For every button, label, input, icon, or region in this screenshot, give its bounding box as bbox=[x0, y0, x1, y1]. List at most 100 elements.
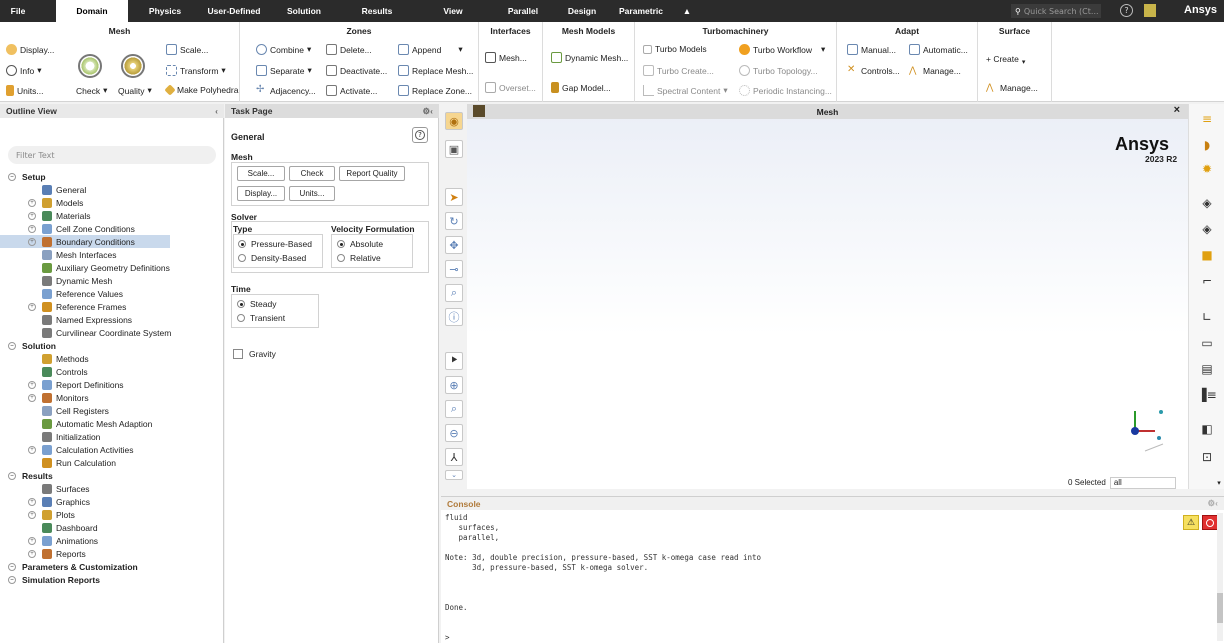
outline-item-materials[interactable]: + Materials bbox=[0, 209, 90, 222]
task-check-button[interactable]: Check bbox=[289, 166, 335, 181]
tab-user-defined[interactable]: User-Defined bbox=[196, 0, 272, 22]
zones-deactivate-button[interactable]: Deactivate... bbox=[326, 65, 387, 76]
tab-view[interactable]: View bbox=[418, 0, 488, 22]
task-display-button[interactable]: Display... bbox=[237, 186, 285, 201]
expand-toggle-icon[interactable]: – bbox=[8, 172, 16, 181]
outline-item-boundary-conditions[interactable]: + Boundary Conditions bbox=[0, 235, 170, 248]
expand-toggle-icon[interactable]: + bbox=[28, 445, 36, 454]
mesh-display-button[interactable]: Display... bbox=[6, 44, 54, 55]
quality-icon[interactable] bbox=[121, 54, 145, 78]
help-icon[interactable]: ? bbox=[1120, 4, 1133, 17]
expand-toggle-icon[interactable]: + bbox=[28, 549, 36, 558]
filter-input[interactable]: Filter Text bbox=[8, 146, 216, 164]
collapse-ribbon-icon[interactable]: ▲ bbox=[676, 0, 698, 22]
outline-item-named-expressions[interactable]: Named Expressions bbox=[0, 313, 132, 326]
warning-icon[interactable]: ⚠ bbox=[1183, 515, 1199, 530]
ruler-icon[interactable]: ▭ bbox=[1197, 334, 1217, 352]
mesh-check-button[interactable]: Check ▾ bbox=[76, 85, 107, 96]
make-polyhedra-button[interactable]: Make Polyhedra bbox=[164, 84, 238, 96]
tab-physics[interactable]: Physics bbox=[134, 0, 196, 22]
adapt-controls-button[interactable]: ✕ Controls... bbox=[847, 65, 900, 76]
outline-item-dashboard[interactable]: Dashboard bbox=[0, 521, 98, 534]
expand-toggle-icon[interactable]: + bbox=[28, 211, 36, 220]
selection-filter-select[interactable]: all ▾ bbox=[1109, 476, 1221, 489]
help-button[interactable]: ? bbox=[412, 127, 428, 143]
expand-toggle-icon[interactable]: + bbox=[28, 393, 36, 402]
outline-item-solution[interactable]: – Solution bbox=[0, 339, 56, 352]
adapt-manage-button[interactable]: ⋀ Manage... bbox=[909, 65, 961, 76]
interfaces-overset-button[interactable]: Overset... bbox=[485, 82, 536, 93]
shape-outline-icon[interactable]: ⌐ bbox=[1197, 272, 1217, 290]
adapt-automatic-button[interactable]: Automatic... bbox=[909, 44, 968, 55]
outline-item-reference-frames[interactable]: + Reference Frames bbox=[0, 300, 126, 313]
mesh-transform-button[interactable]: Transform ▾ bbox=[166, 65, 226, 76]
expand-toggle-icon[interactable]: – bbox=[8, 471, 16, 480]
outline-item-cell-registers[interactable]: Cell Registers bbox=[0, 404, 109, 417]
tab-domain[interactable]: Domain bbox=[56, 0, 128, 22]
expand-toggle-icon[interactable]: + bbox=[28, 380, 36, 389]
expand-toggle-icon[interactable]: – bbox=[8, 575, 16, 584]
check-icon[interactable] bbox=[78, 54, 102, 78]
pressure-based-radio[interactable]: Pressure-Based bbox=[238, 239, 312, 249]
outline-item-methods[interactable]: Methods bbox=[0, 352, 89, 365]
console-scrollbar[interactable] bbox=[1217, 513, 1223, 641]
expand-toggle-icon[interactable]: – bbox=[8, 341, 16, 350]
zoom-box-icon[interactable]: ⌕ bbox=[445, 284, 463, 302]
outline-item-report-definitions[interactable]: + Report Definitions bbox=[0, 378, 124, 391]
outline-item-run-calculation[interactable]: Run Calculation bbox=[0, 456, 116, 469]
outline-item-animations[interactable]: + Animations bbox=[0, 534, 98, 547]
expand-toggle-icon[interactable]: + bbox=[28, 536, 36, 545]
outline-item-dynamic-mesh[interactable]: Dynamic Mesh bbox=[0, 274, 112, 287]
stop-icon[interactable] bbox=[1202, 515, 1218, 530]
outline-item-cell-zone-conditions[interactable]: + Cell Zone Conditions bbox=[0, 222, 135, 235]
outline-item-initialization[interactable]: Initialization bbox=[0, 430, 100, 443]
zoom-fit-icon[interactable]: ⌕ bbox=[445, 400, 463, 418]
transient-radio[interactable]: Transient bbox=[237, 313, 285, 323]
interfaces-mesh-button[interactable]: Mesh... bbox=[485, 52, 527, 63]
expand-toolbar-icon[interactable]: ⌄ bbox=[445, 470, 463, 480]
outline-item-controls[interactable]: Controls bbox=[0, 365, 88, 378]
tab-results[interactable]: Results bbox=[336, 0, 418, 22]
tab-file[interactable]: File bbox=[0, 0, 36, 22]
turbo-models-checkbox[interactable]: Turbo Models bbox=[643, 44, 707, 54]
zoom-in-icon[interactable]: ⊕ bbox=[445, 376, 463, 394]
axes-icon[interactable]: ⅄ bbox=[445, 448, 463, 466]
expand-toggle-icon[interactable]: + bbox=[28, 497, 36, 506]
task-scale-button[interactable]: Scale... bbox=[237, 166, 285, 181]
gap-model-button[interactable]: Gap Model... bbox=[551, 82, 611, 93]
spectral-content-button[interactable]: Spectral Content ▾ bbox=[643, 85, 728, 96]
settings-sun-icon[interactable]: ✹ bbox=[1197, 160, 1217, 178]
graphics-window-icon[interactable]: ▣ bbox=[445, 140, 463, 158]
graphics-window[interactable]: Mesh × Ansys 2023 R2 bbox=[467, 104, 1188, 489]
notes-icon[interactable] bbox=[1144, 4, 1156, 17]
turbo-create-button[interactable]: Turbo Create... bbox=[643, 65, 714, 76]
rotate-icon[interactable]: ↻ bbox=[445, 212, 463, 230]
outline-item-general[interactable]: General bbox=[0, 183, 86, 196]
outline-item-calculation-activities[interactable]: + Calculation Activities bbox=[0, 443, 133, 456]
close-graphics-icon[interactable]: × bbox=[1174, 104, 1180, 116]
expand-toggle-icon[interactable]: + bbox=[28, 302, 36, 311]
outline-item-setup[interactable]: – Setup bbox=[0, 170, 46, 183]
report-quality-button[interactable]: Report Quality bbox=[339, 166, 405, 181]
zones-combine-button[interactable]: Combine ▾ bbox=[256, 44, 311, 55]
zones-activate-button[interactable]: Activate... bbox=[326, 85, 377, 96]
gravity-checkbox[interactable]: Gravity bbox=[233, 349, 276, 359]
zoom-out-icon[interactable]: ⊖ bbox=[445, 424, 463, 442]
mesh-scale-button[interactable]: Scale... bbox=[166, 44, 208, 55]
mesh-info-button[interactable]: Info ▾ bbox=[6, 65, 41, 76]
shape-tool-icon[interactable]: ◗ bbox=[1197, 136, 1217, 154]
zoom-icon[interactable]: ⊸ bbox=[445, 260, 463, 278]
zones-append-button[interactable]: Append ▾ bbox=[398, 44, 463, 55]
tab-solution[interactable]: Solution bbox=[272, 0, 336, 22]
absolute-radio[interactable]: Absolute bbox=[337, 239, 383, 249]
expand-toggle-icon[interactable]: + bbox=[28, 510, 36, 519]
outline-item-curvilinear-coordinate-system[interactable]: Curvilinear Coordinate System bbox=[0, 326, 171, 339]
panel-icon[interactable]: ◧ bbox=[1197, 420, 1217, 438]
turbo-topology-button[interactable]: Turbo Topology... bbox=[739, 65, 818, 76]
relative-radio[interactable]: Relative bbox=[337, 253, 381, 263]
view-iso2-icon[interactable]: ◈ bbox=[1197, 220, 1217, 238]
outline-item-reference-values[interactable]: Reference Values bbox=[0, 287, 123, 300]
outline-item-mesh-interfaces[interactable]: Mesh Interfaces bbox=[0, 248, 116, 261]
document-icon[interactable]: ▤ bbox=[1197, 360, 1217, 378]
fill-icon[interactable]: ■ bbox=[1197, 246, 1217, 264]
